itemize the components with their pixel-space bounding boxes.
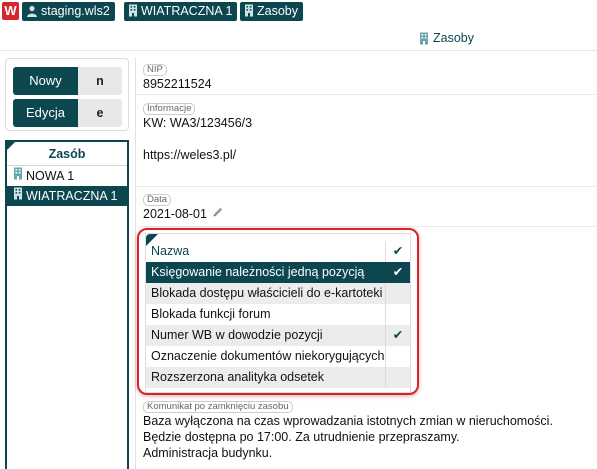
- closing-message-line-3: Administracja budynku.: [143, 446, 273, 460]
- user-icon: [26, 4, 38, 23]
- resource-item-label: NOWA 1: [26, 169, 75, 183]
- edit-pencil-icon[interactable]: [212, 206, 224, 222]
- new-button-shortcut: n: [78, 67, 122, 95]
- resource-item-wiatraczna[interactable]: WIATRACZNA 1: [7, 186, 127, 206]
- edit-button[interactable]: Edycja e: [13, 99, 122, 127]
- breadcrumb-server-label: staging.wls2: [41, 4, 110, 18]
- date-value: 2021-08-01: [143, 207, 207, 221]
- edit-button-shortcut: e: [78, 99, 122, 127]
- breadcrumb-resources-label: Zasoby: [257, 4, 298, 18]
- page-title: Zasoby: [433, 31, 474, 45]
- divider: [136, 94, 597, 95]
- divider: [136, 186, 597, 187]
- resource-list: Zasób NOWA 1 WIATRACZNA 1: [5, 140, 129, 469]
- nip-value[interactable]: 8952211524: [143, 76, 212, 92]
- breadcrumb-server[interactable]: staging.wls2: [22, 2, 115, 21]
- building-icon: [13, 186, 23, 206]
- edit-button-label: Edycja: [13, 99, 78, 127]
- breadcrumb-resources[interactable]: Zasoby: [240, 2, 303, 21]
- building-icon: [244, 4, 254, 23]
- info-line-1: KW: WA3/123456/3: [143, 116, 253, 130]
- breadcrumb-property[interactable]: WIATRACZNA 1: [124, 2, 238, 23]
- divider: [0, 50, 597, 51]
- nip-field: NIP 8952211524: [143, 61, 212, 92]
- new-button-label: Nowy: [13, 67, 78, 95]
- divider: [136, 226, 597, 227]
- app-logo[interactable]: W: [2, 2, 19, 20]
- date-label: Data: [143, 194, 172, 206]
- highlight-outline: [137, 228, 419, 395]
- closing-message-field: Komunikat po zamknięciu zasobu Baza wyłą…: [143, 398, 593, 461]
- date-field: Data 2021-08-01: [143, 191, 224, 222]
- closing-message-line-2: Będzie dostępna po 17:00. Za utrudnienie…: [143, 430, 460, 444]
- page-header: Zasoby: [0, 26, 597, 52]
- resource-item-label: WIATRACZNA 1: [26, 189, 118, 203]
- resource-item-nowa[interactable]: NOWA 1: [7, 166, 127, 186]
- info-line-2[interactable]: https://weles3.pl/: [143, 147, 252, 163]
- top-bar: W staging.wls2 WIATRACZNA 1 Zasoby: [0, 0, 597, 23]
- actions-panel: Nowy n Edycja e: [5, 58, 129, 131]
- breadcrumb-property-label: WIATRACZNA 1: [141, 4, 233, 18]
- building-icon: [419, 32, 429, 48]
- corner-marker: [5, 140, 17, 152]
- info-field: Informacje KW: WA3/123456/3 https://wele…: [143, 100, 252, 163]
- building-icon: [13, 166, 23, 186]
- new-button[interactable]: Nowy n: [13, 67, 122, 95]
- nip-label: NIP: [143, 64, 167, 76]
- building-icon: [128, 4, 138, 23]
- resource-list-header: Zasób: [7, 142, 127, 166]
- closing-message-line-1: Baza wyłączona na czas wprowadzania isto…: [143, 414, 553, 428]
- closing-message-label: Komunikat po zamknięciu zasobu: [143, 401, 293, 413]
- info-label: Informacje: [143, 103, 196, 115]
